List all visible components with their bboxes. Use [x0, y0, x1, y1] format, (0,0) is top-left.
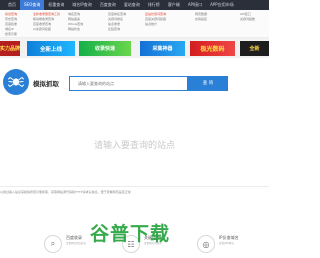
nav-domain-ip[interactable]: 域名IP查询: [68, 0, 96, 10]
feature-sub: 查看同IP网站: [219, 242, 234, 245]
nav-home[interactable]: 首页: [0, 0, 20, 10]
nav-weight[interactable]: 权重查询: [44, 0, 68, 10]
page-title: 模拟抓取: [33, 80, 59, 88]
links-col-3: 域名查询 网站备案 Whois查询 网站状态: [68, 12, 83, 32]
divider: [0, 186, 269, 187]
empty-prompt: 请输入要查询的站点: [93, 141, 175, 151]
banner-ad[interactable]: 全新: [240, 41, 269, 56]
ip-icon: ◎: [197, 235, 215, 253]
links-col-5: 爱站长尾词查询 百度关键词挖掘 站点统计: [145, 12, 166, 27]
links-col-6: 网页数据 友情链接: [195, 12, 207, 22]
banner-ad[interactable]: 实力品牌: [0, 41, 20, 56]
nav-baidu[interactable]: 百度查询: [96, 0, 120, 10]
link[interactable]: 反链查询: [108, 27, 126, 32]
spider-icon-svg: [8, 76, 24, 88]
link[interactable]: 网站状态: [68, 27, 83, 32]
tool-description: 以通过输入站点来模拟搜索引擎抓取，获取网站源代码和HTTP请求头信息，便于查看网…: [0, 190, 131, 194]
search-input[interactable]: [69, 76, 188, 91]
links-panel: 综合查询 历史查询 百度权重 域名IP 搜索引擎 全新收录量查询工具 移动端收录…: [0, 10, 269, 38]
links-col-2: 全新收录量查询工具 移动端收录查询 百度收录查询 AI关键词挖掘: [33, 12, 60, 32]
links-col-1: 综合查询 历史查询 百度权重 域名IP 搜索引擎: [5, 12, 17, 37]
nav-ranking[interactable]: 排行榜: [144, 0, 164, 10]
search-icon: ⌕: [44, 235, 62, 253]
banner-ad[interactable]: 采集神器: [140, 41, 185, 56]
feature-sub: 查看网站百度收录: [66, 242, 87, 245]
nav-api[interactable]: API接口: [184, 0, 206, 10]
watermark-logo: 谷普下载: [90, 223, 171, 245]
link[interactable]: AI关键词挖掘: [33, 27, 60, 32]
links-col-4: 百度排名查询 关键词排名 站点收录 反链查询: [108, 12, 126, 32]
link[interactable]: 搜索引擎: [5, 32, 17, 37]
nav-app[interactable]: APP应用市场: [206, 0, 238, 10]
search-button[interactable]: 查 询: [188, 76, 228, 91]
top-nav: 首页 SEO查询 权重查询 域名IP查询 百度查询 爱站查询 排行榜 客户端 A…: [0, 0, 269, 10]
banner-ad[interactable]: 全新上线: [27, 41, 75, 56]
nav-client[interactable]: 客户端: [164, 0, 184, 10]
nav-seo[interactable]: SEO查询: [20, 0, 45, 10]
spider-icon: [3, 69, 29, 95]
link[interactable]: 关键词指数: [240, 17, 255, 22]
banner-row: 实力品牌 全新上线 收录快速 采集神器 极光数码 全新: [0, 38, 269, 58]
banner-ad[interactable]: 极光数码: [190, 41, 235, 56]
links-col-7: API接口 关键词指数: [240, 12, 255, 22]
banner-ad[interactable]: 收录快速: [79, 41, 131, 56]
nav-aizhan[interactable]: 爱站查询: [120, 0, 144, 10]
link[interactable]: 友情链接: [195, 17, 207, 22]
link[interactable]: 站点统计: [145, 22, 166, 27]
